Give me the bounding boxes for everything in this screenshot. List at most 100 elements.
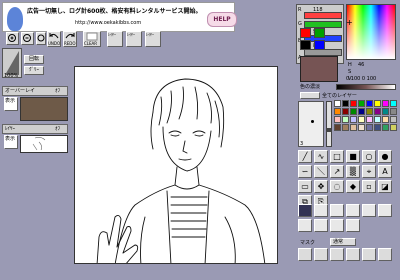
spray-stamp-icon[interactable]: [330, 219, 344, 232]
eyedropper-tool-icon[interactable]: ⌖: [362, 165, 376, 178]
layer-visibility-toggle[interactable]: 表示: [4, 135, 18, 149]
palette-color-16[interactable]: [334, 116, 341, 123]
overlay-layer-thumbnail[interactable]: [20, 97, 68, 121]
tone-gradient-slider[interactable]: [336, 84, 396, 90]
mask-mode-0-button[interactable]: [298, 248, 312, 261]
palette-color-22[interactable]: [382, 116, 389, 123]
palette-color-25[interactable]: [342, 124, 349, 131]
clear-button[interactable]: CLEAR: [83, 31, 101, 47]
palette-color-5[interactable]: [374, 100, 381, 107]
help-button[interactable]: HELP: [207, 12, 237, 27]
palette-color-15[interactable]: [390, 108, 397, 115]
ad-banner[interactable]: 広告一切無し、ログ計600枚、格安有料レンタルサービス開始。 http://ww…: [2, 2, 237, 32]
palette-color-14[interactable]: [382, 108, 389, 115]
bezier-tool-icon[interactable]: ↗: [330, 165, 344, 178]
filled-ellipse-tool-icon[interactable]: ●: [378, 150, 392, 163]
r-slider[interactable]: [304, 12, 342, 19]
overlay-layer-header[interactable]: オーバーレイ ｵﾌ: [2, 86, 68, 96]
pen-tool-icon[interactable]: ╱: [298, 150, 312, 163]
layer-tool-3[interactable]: ﾚｲﾔｰ: [145, 31, 161, 47]
move-tool-icon[interactable]: ✥: [314, 180, 328, 193]
rotate-button[interactable]: 回転: [24, 55, 44, 64]
palette-color-0[interactable]: [334, 100, 341, 107]
palette-color-20[interactable]: [366, 116, 373, 123]
zoom-reset-button[interactable]: [36, 32, 46, 45]
soft-stamp-icon[interactable]: [298, 219, 312, 232]
undo-button[interactable]: UNDO: [47, 31, 61, 47]
palette-color-23[interactable]: [390, 116, 397, 123]
brush-tool-icon[interactable]: ∿: [314, 150, 328, 163]
fill-tool-icon[interactable]: ◪: [378, 180, 392, 193]
mask-buttons[interactable]: [298, 248, 398, 264]
swatch-green[interactable]: [314, 28, 325, 38]
palette-color-6[interactable]: [382, 100, 389, 107]
palette-color-8[interactable]: [334, 108, 341, 115]
zoom-out-button[interactable]: [21, 32, 34, 45]
layer-tool-2[interactable]: ﾚｲﾔｰ: [126, 31, 142, 47]
mask-mode-1-button[interactable]: [314, 248, 328, 261]
curve-tool-icon[interactable]: ∽: [298, 165, 312, 178]
lasso-tool-icon[interactable]: ◌: [330, 180, 344, 193]
ink-stamp-icon[interactable]: [314, 204, 328, 217]
layer-tool-1[interactable]: ﾚｲﾔｰ: [107, 31, 123, 47]
current-color-swatch[interactable]: [300, 56, 338, 82]
mask-mode-4-button[interactable]: [362, 248, 376, 261]
pattern-stamp-icon[interactable]: [346, 204, 360, 217]
hard-stamp-icon[interactable]: [314, 219, 328, 232]
water-stamp-icon[interactable]: [346, 219, 360, 232]
filled-rect-tool-icon[interactable]: ■: [346, 150, 360, 163]
gray-button[interactable]: ｸﾞﾘｰ: [24, 66, 44, 75]
brush-stamp-icon[interactable]: [298, 204, 312, 217]
a-slider[interactable]: [304, 49, 342, 56]
palette-color-17[interactable]: [342, 116, 349, 123]
normal-layer-mode[interactable]: ｵﾌ: [55, 126, 60, 132]
layer-target-select[interactable]: [300, 92, 320, 99]
swatch-red[interactable]: [300, 28, 311, 38]
palette-color-31[interactable]: [390, 124, 397, 131]
swatch-blue[interactable]: [314, 40, 325, 50]
brush-size-slider[interactable]: [326, 101, 332, 147]
mask-mode-3-button[interactable]: [346, 248, 360, 261]
palette-color-30[interactable]: [382, 124, 389, 131]
palette-color-19[interactable]: [358, 116, 365, 123]
rectangle-tool-icon[interactable]: □: [330, 150, 344, 163]
palette-color-1[interactable]: [342, 100, 349, 107]
palette-color-26[interactable]: [350, 124, 357, 131]
palette-color-28[interactable]: [366, 124, 373, 131]
swatch-black[interactable]: [300, 40, 311, 50]
line-tool-icon[interactable]: ＼: [314, 165, 328, 178]
palette-color-29[interactable]: [374, 124, 381, 131]
select-tool-icon[interactable]: ▭: [298, 180, 312, 193]
palette-color-24[interactable]: [334, 124, 341, 131]
palette-color-2[interactable]: [350, 100, 357, 107]
overlay-mode[interactable]: ｵﾌ: [55, 88, 60, 94]
overlay-visibility-toggle[interactable]: 表示: [4, 97, 18, 111]
drawing-canvas[interactable]: [74, 66, 278, 264]
stamp-tool-icon[interactable]: ◆: [346, 180, 360, 193]
mask-mode-5-button[interactable]: [378, 248, 392, 261]
brush-size-thumb[interactable]: [326, 128, 332, 132]
blur-tool-icon[interactable]: ▒: [346, 165, 360, 178]
palette-color-9[interactable]: [342, 108, 349, 115]
eraser-stamp-icon[interactable]: [330, 204, 344, 217]
palette-color-27[interactable]: [358, 124, 365, 131]
layer-thumbnail[interactable]: [20, 135, 68, 153]
palette-color-3[interactable]: [358, 100, 365, 107]
color-spectrum-picker[interactable]: +: [346, 4, 396, 60]
blend-stamp-icon[interactable]: [378, 204, 392, 217]
mask-mode-2-button[interactable]: [330, 248, 344, 261]
text-tool-icon[interactable]: A: [378, 165, 392, 178]
palette-color-18[interactable]: [350, 116, 357, 123]
zoom-in-button[interactable]: [6, 32, 19, 45]
eraser-tool-icon[interactable]: ▫: [362, 180, 376, 193]
palette-color-12[interactable]: [366, 108, 373, 115]
palette-color-13[interactable]: [374, 108, 381, 115]
normal-layer-header[interactable]: ﾚｲﾔｰ ｵﾌ: [2, 124, 68, 134]
palette-color-11[interactable]: [358, 108, 365, 115]
g-slider[interactable]: [304, 21, 342, 28]
palette-color-7[interactable]: [390, 100, 397, 107]
color-palette[interactable]: [334, 100, 398, 148]
palette-color-21[interactable]: [374, 116, 381, 123]
palette-color-4[interactable]: [366, 100, 373, 107]
redo-button[interactable]: REDO: [63, 31, 77, 47]
